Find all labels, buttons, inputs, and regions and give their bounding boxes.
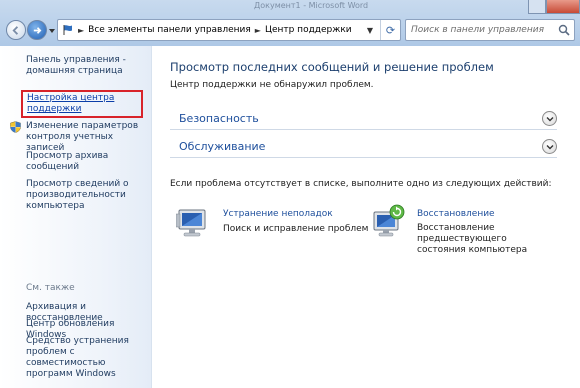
sidebar-item-uac-settings[interactable]: Изменение параметров контроля учетных за…	[10, 121, 146, 154]
sidebar-item-control-panel-home[interactable]: Панель управления - домашняя страница	[26, 55, 144, 77]
sidebar: Панель управления - домашняя страница На…	[0, 46, 152, 388]
breadcrumb-all-items[interactable]: Все элементы панели управления	[88, 25, 251, 35]
task-troubleshooting-link[interactable]: Устранение неполадок	[223, 209, 333, 219]
page-title: Просмотр последних сообщений и решение п…	[170, 60, 494, 74]
forward-arrow-icon	[33, 26, 41, 34]
search-box[interactable]	[405, 19, 575, 41]
section-maintenance[interactable]: Обслуживание	[170, 136, 557, 158]
search-icon[interactable]	[558, 24, 570, 36]
chevron-down-icon[interactable]	[542, 139, 557, 154]
recent-pages-dropdown-icon[interactable]	[48, 27, 56, 35]
minimize-button[interactable]	[528, 0, 546, 14]
close-button[interactable]	[546, 0, 580, 14]
background-window-title: Документ1 - Microsoft Word	[254, 1, 369, 10]
breadcrumb-action-center[interactable]: Центр поддержки	[265, 25, 352, 35]
task-recovery-link[interactable]: Восстановление	[417, 209, 495, 219]
task-troubleshooting-desc: Поиск и исправление проблем	[223, 224, 369, 234]
chevron-down-icon[interactable]	[542, 111, 557, 126]
sidebar-item-action-center-settings[interactable]: Настройка центра поддержки	[21, 90, 143, 118]
forward-button[interactable]	[27, 20, 47, 40]
breadcrumb-separator[interactable]: ►	[255, 26, 261, 35]
back-arrow-icon	[11, 25, 18, 35]
hint-text: Если проблема отсутствует в списке, выпо…	[170, 179, 552, 189]
sidebar-item-performance-info[interactable]: Просмотр сведений о производительности к…	[26, 179, 144, 212]
breadcrumb-separator[interactable]: ►	[78, 26, 84, 35]
sidebar-item-label[interactable]: Изменение параметров контроля учетных за…	[26, 121, 138, 153]
refresh-icon[interactable]: ⟳	[380, 20, 400, 40]
window-chrome: Документ1 - Microsoft Word ► Все элемент…	[0, 0, 580, 46]
address-dropdown-icon[interactable]: ▼	[362, 20, 378, 40]
window-controls	[528, 0, 580, 14]
task-recovery-desc: Восстановление предшествующего состояния…	[417, 223, 528, 255]
recovery-monitor-icon[interactable]	[372, 203, 406, 237]
section-maintenance-label[interactable]: Обслуживание	[179, 140, 265, 153]
main-content: Просмотр последних сообщений и решение п…	[153, 46, 580, 388]
address-bar[interactable]: ► Все элементы панели управления ► Центр…	[57, 19, 401, 41]
section-security[interactable]: Безопасность	[170, 108, 557, 130]
troubleshooting-monitor-icon[interactable]	[176, 206, 210, 240]
uac-shield-icon	[10, 121, 21, 133]
see-also-heading: См. также	[26, 283, 75, 293]
sidebar-item-compat-troubleshooter[interactable]: Средство устранения проблем с совместимо…	[26, 336, 148, 380]
flag-icon	[63, 25, 72, 35]
search-input[interactable]	[406, 20, 554, 40]
status-message: Центр поддержки не обнаружил проблем.	[170, 80, 374, 90]
sidebar-item-archived-messages[interactable]: Просмотр архива сообщений	[26, 151, 136, 173]
back-button[interactable]	[6, 20, 26, 40]
section-security-label[interactable]: Безопасность	[179, 112, 259, 125]
